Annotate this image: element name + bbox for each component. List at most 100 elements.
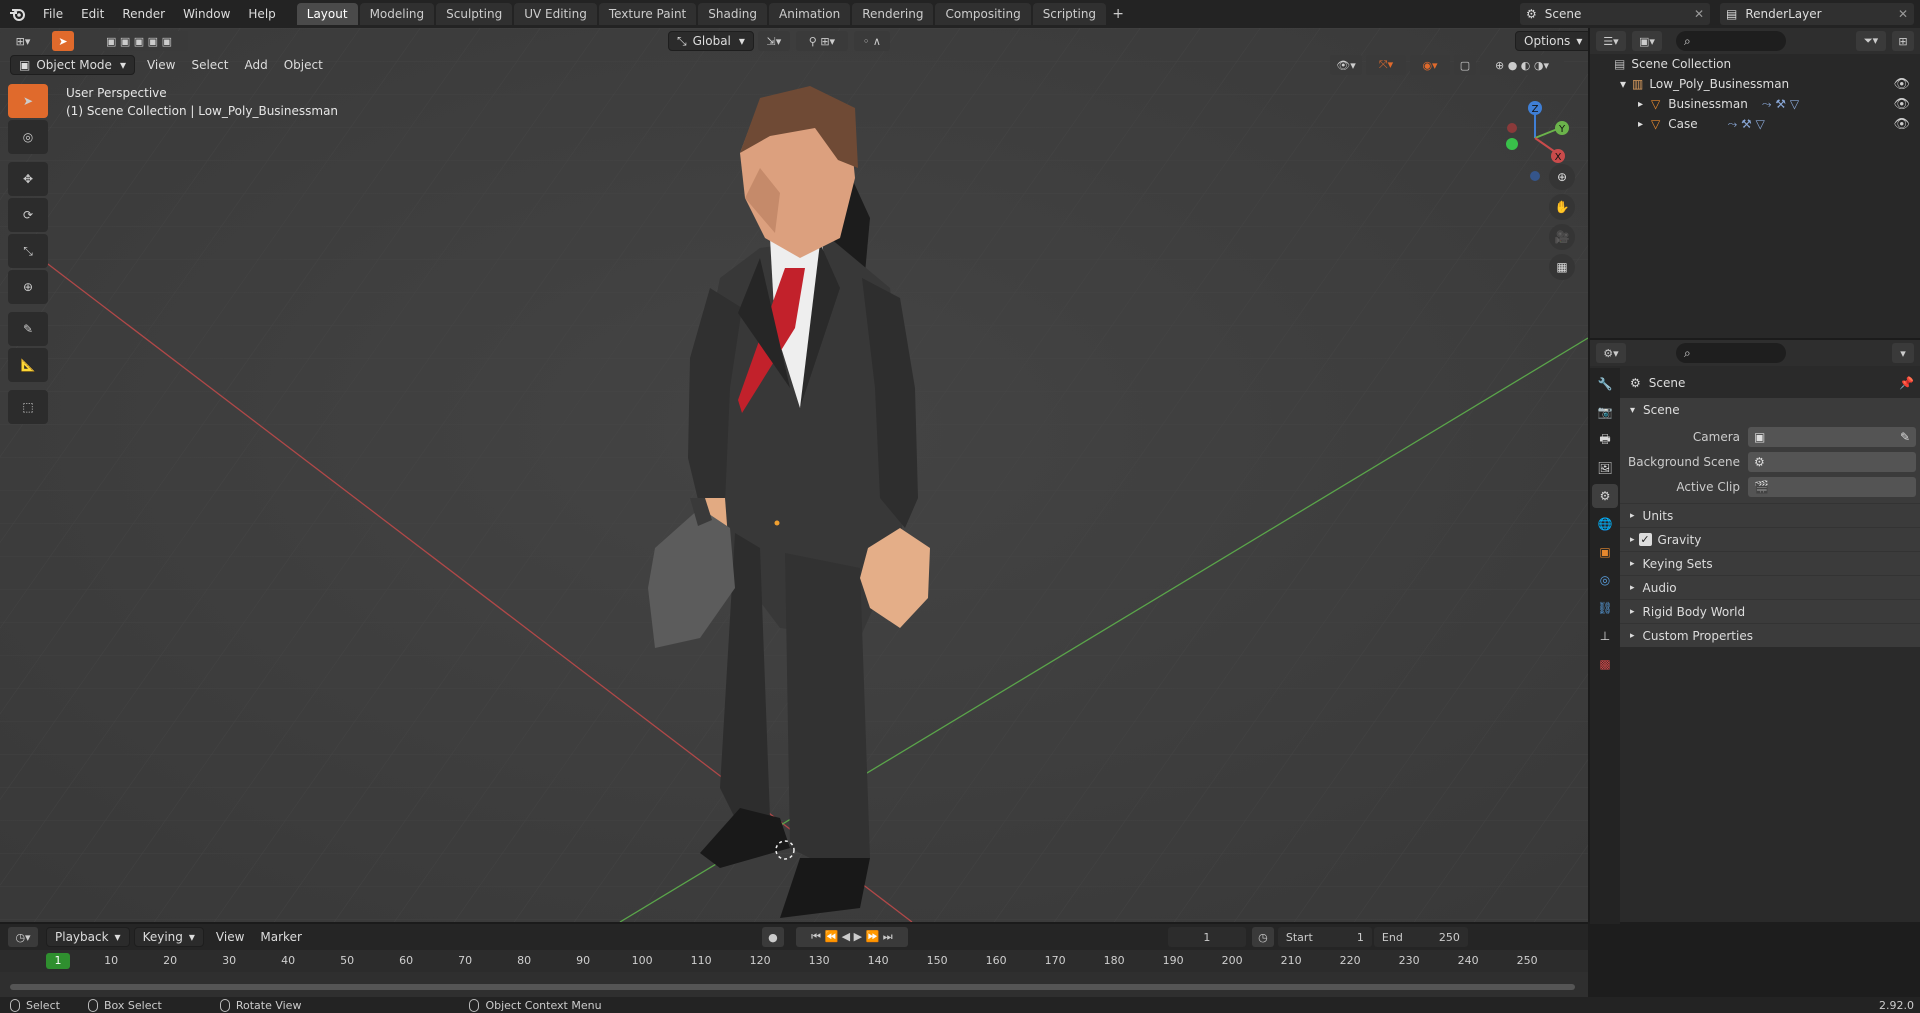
tab-uv-editing[interactable]: UV Editing	[514, 3, 597, 25]
transform-orientation-dropdown[interactable]: ⤡ Global ▾	[668, 31, 754, 51]
outliner-editor-icon[interactable]: ☰▾	[1596, 31, 1626, 51]
move-tool[interactable]: ✥	[8, 162, 48, 196]
xray-icon[interactable]: ▢	[1454, 55, 1476, 75]
keying-dropdown[interactable]: Keying ▾	[133, 927, 204, 947]
tab-animation[interactable]: Animation	[769, 3, 851, 25]
texture-tab-icon[interactable]: ▩	[1592, 652, 1618, 676]
cursor-tool[interactable]: ◎	[8, 120, 48, 154]
chevron-down-icon[interactable]: ▾	[1892, 343, 1914, 363]
current-frame-field[interactable]: 1	[1167, 927, 1246, 947]
visibility-eye-icon[interactable]: 👁	[1893, 77, 1910, 92]
tab-layout[interactable]: Layout	[296, 3, 358, 25]
world-tab-icon[interactable]: 🌐	[1592, 512, 1618, 536]
subpanel-custom-properties[interactable]: ▸ Custom Properties	[1620, 623, 1920, 647]
view-layer-selector[interactable]: ▤ RenderLayer ✕	[1720, 3, 1914, 25]
visibility-eye-icon[interactable]: 👁	[1893, 97, 1910, 112]
view-layer-tab-icon[interactable]: 🖼	[1592, 456, 1618, 480]
filter-icon[interactable]: ⏷▾	[1856, 31, 1886, 51]
menu-file[interactable]: File	[34, 0, 72, 28]
record-icon[interactable]: ●	[761, 927, 784, 947]
3d-viewport[interactable]: ⊞▾ ➤ ▣ ▣ ▣ ▣ ▣ ⤡ Global ▾ ⇲▾ ⚲ ⊞▾ ◦ ∧ Op…	[0, 28, 1588, 922]
outliner-search-input[interactable]: ⌕	[1676, 31, 1786, 51]
preview-range-icon[interactable]: ◷	[1251, 927, 1274, 947]
eyedropper-icon[interactable]: ✎	[1900, 430, 1910, 444]
rotate-tool[interactable]: ⟳	[8, 198, 48, 232]
expand-arrow-icon[interactable]: ▾	[1620, 77, 1626, 91]
transform-tool[interactable]: ⊕	[8, 270, 48, 304]
camera-field[interactable]: ▣ ✎	[1748, 426, 1916, 447]
scene-panel-header[interactable]: ▾ Scene	[1620, 398, 1920, 422]
select-mode-icons[interactable]: ▣ ▣ ▣ ▣ ▣	[90, 31, 188, 51]
timeline-editor-icon[interactable]: ◷▾	[8, 927, 38, 947]
scale-tool[interactable]: ⤡	[8, 234, 48, 268]
output-tab-icon[interactable]: 🖶	[1592, 428, 1618, 452]
viewport-menu-add[interactable]: Add	[236, 58, 275, 72]
measure-tool[interactable]: 📐	[8, 348, 48, 382]
start-frame-field[interactable]: Start 1	[1277, 927, 1372, 947]
add-workspace-button[interactable]: +	[1108, 3, 1128, 25]
annotate-tool[interactable]: ✎	[8, 312, 48, 346]
tab-texture-paint[interactable]: Texture Paint	[598, 3, 697, 25]
background-scene-field[interactable]: ⚙	[1748, 451, 1916, 472]
render-tab-icon[interactable]: 📷	[1592, 400, 1618, 424]
outliner-row-scene-collection[interactable]: ▤ Scene Collection	[1590, 54, 1920, 74]
outliner-row-case[interactable]: ▸ ▽ Case ⤳ ⚒ ▽ 👁	[1590, 114, 1920, 134]
viewport-menu-select[interactable]: Select	[183, 58, 236, 72]
viewport-menu-object[interactable]: Object	[276, 58, 331, 72]
timeline-track[interactable]	[0, 972, 1588, 999]
tab-scripting[interactable]: Scripting	[1032, 3, 1107, 25]
properties-search-input[interactable]: ⌕	[1676, 343, 1786, 363]
blender-logo-icon[interactable]	[0, 0, 34, 28]
scene-tab-icon[interactable]: ⚙	[1592, 484, 1618, 508]
zoom-icon[interactable]: ⊕	[1549, 164, 1575, 190]
constraints-tab-icon[interactable]: ⛓	[1592, 596, 1618, 620]
mode-dropdown[interactable]: ▣ Object Mode ▾	[10, 55, 135, 75]
playback-controls[interactable]: ⏮ ⏪ ◀ ▶ ⏩ ⏭	[795, 927, 908, 947]
pan-hand-icon[interactable]: ✋	[1549, 194, 1575, 220]
end-frame-field[interactable]: End 250	[1373, 927, 1468, 947]
viewport-menu-view[interactable]: View	[139, 58, 183, 72]
tool-tab-icon[interactable]: 🔧	[1592, 372, 1618, 396]
tab-compositing[interactable]: Compositing	[935, 3, 1031, 25]
tab-modeling[interactable]: Modeling	[359, 3, 435, 25]
tab-shading[interactable]: Shading	[698, 3, 767, 25]
outliner-row-low-poly-businessman[interactable]: ▾ ▥ Low_Poly_Businessman 👁	[1590, 74, 1920, 94]
display-mode-icon[interactable]: ▣▾	[1632, 31, 1662, 51]
subpanel-units[interactable]: ▸ Units	[1620, 503, 1920, 527]
subpanel-audio[interactable]: ▸ Audio	[1620, 575, 1920, 599]
shading-mode-icons[interactable]: ⊕ ● ◐ ◑▾	[1480, 55, 1564, 75]
snap-icon[interactable]: ⚲ ⊞▾	[795, 31, 848, 51]
physics-tab-icon[interactable]: ◎	[1592, 568, 1618, 592]
menu-help[interactable]: Help	[239, 0, 284, 28]
options-dropdown[interactable]: Options ▾	[1515, 31, 1588, 51]
tab-rendering[interactable]: Rendering	[852, 3, 934, 25]
timeline-menu-marker[interactable]: Marker	[252, 930, 309, 944]
data-tab-icon[interactable]: ⊥	[1592, 624, 1618, 648]
overlay-toggle-icon[interactable]: ◉▾	[1410, 55, 1450, 75]
object-tab-icon[interactable]: ▣	[1592, 540, 1618, 564]
menu-render[interactable]: Render	[113, 0, 174, 28]
tab-sculpting[interactable]: Sculpting	[436, 3, 513, 25]
pivot-point-icon[interactable]: ⇲▾	[757, 31, 790, 51]
playback-dropdown[interactable]: Playback ▾	[46, 927, 130, 947]
proportional-edit-icon[interactable]: ◦ ∧	[853, 31, 890, 51]
select-tool-icon[interactable]: ➤	[52, 31, 74, 51]
frame-ruler[interactable]: 1 10 20 30 40 50 60 70 80 90 100 110 120 130 140 150 160…	[0, 950, 1588, 972]
editor-type-icon[interactable]: ⊞▾	[8, 31, 38, 51]
pin-icon[interactable]: 📌	[1899, 376, 1914, 390]
subpanel-gravity[interactable]: ▸ ✓ Gravity	[1620, 527, 1920, 551]
timeline-scrollbar[interactable]	[10, 984, 1575, 990]
new-collection-icon[interactable]: ⊞	[1892, 31, 1914, 51]
gizmo-toggle-icon[interactable]: ⤧▾	[1366, 55, 1406, 75]
outliner-row-businessman[interactable]: ▸ ▽ Businessman ⤳ ⚒ ▽ 👁	[1590, 94, 1920, 114]
menu-edit[interactable]: Edit	[72, 0, 113, 28]
ortho-grid-icon[interactable]: ▦	[1549, 254, 1575, 280]
close-icon[interactable]: ✕	[1694, 7, 1704, 21]
add-cube-tool[interactable]: ⬚	[8, 390, 48, 424]
visibility-eye-icon[interactable]: 👁	[1893, 117, 1910, 132]
scene-selector[interactable]: ⚙ Scene ✕	[1520, 3, 1710, 25]
active-clip-field[interactable]: 🎬	[1748, 476, 1916, 497]
camera-view-icon[interactable]: 🎥	[1549, 224, 1575, 250]
expand-arrow-icon[interactable]: ▸	[1638, 119, 1643, 130]
subpanel-rigid-body-world[interactable]: ▸ Rigid Body World	[1620, 599, 1920, 623]
